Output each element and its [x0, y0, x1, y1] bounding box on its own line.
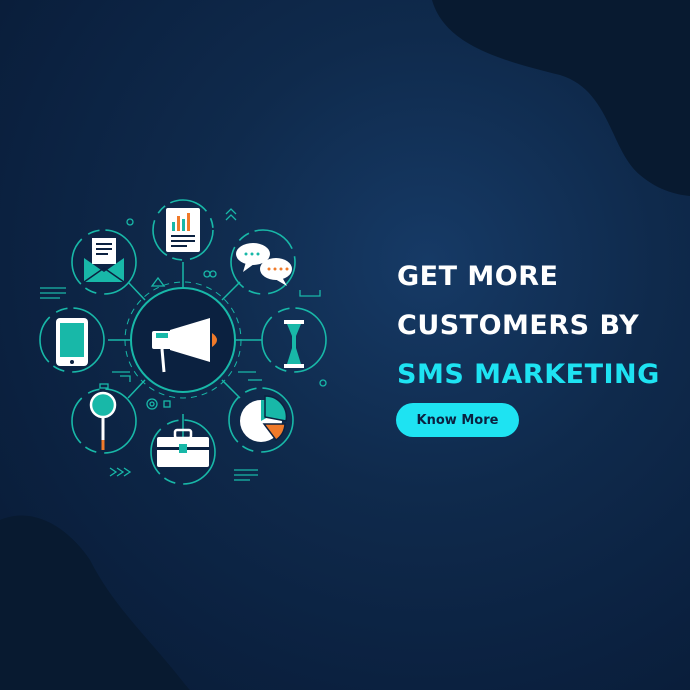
sms-marketing-banner: GET MORE CUSTOMERS BY SMS MARKETING Know… — [0, 0, 690, 690]
headline: GET MORE CUSTOMERS BY SMS MARKETING — [397, 252, 687, 399]
smartphone-icon — [39, 307, 105, 373]
know-more-button[interactable]: Know More — [396, 403, 519, 437]
email-icon — [71, 229, 137, 295]
magnifier-icon — [71, 388, 137, 454]
briefcase-icon — [150, 419, 216, 485]
hourglass-icon — [261, 307, 327, 373]
headline-line-3: SMS MARKETING — [397, 359, 660, 390]
headline-line-2: CUSTOMERS BY — [397, 310, 640, 341]
pie-chart-icon — [228, 387, 294, 453]
headline-line-1: GET MORE — [397, 261, 559, 292]
chat-bubbles-icon — [230, 229, 296, 295]
report-chart-icon — [152, 199, 214, 261]
